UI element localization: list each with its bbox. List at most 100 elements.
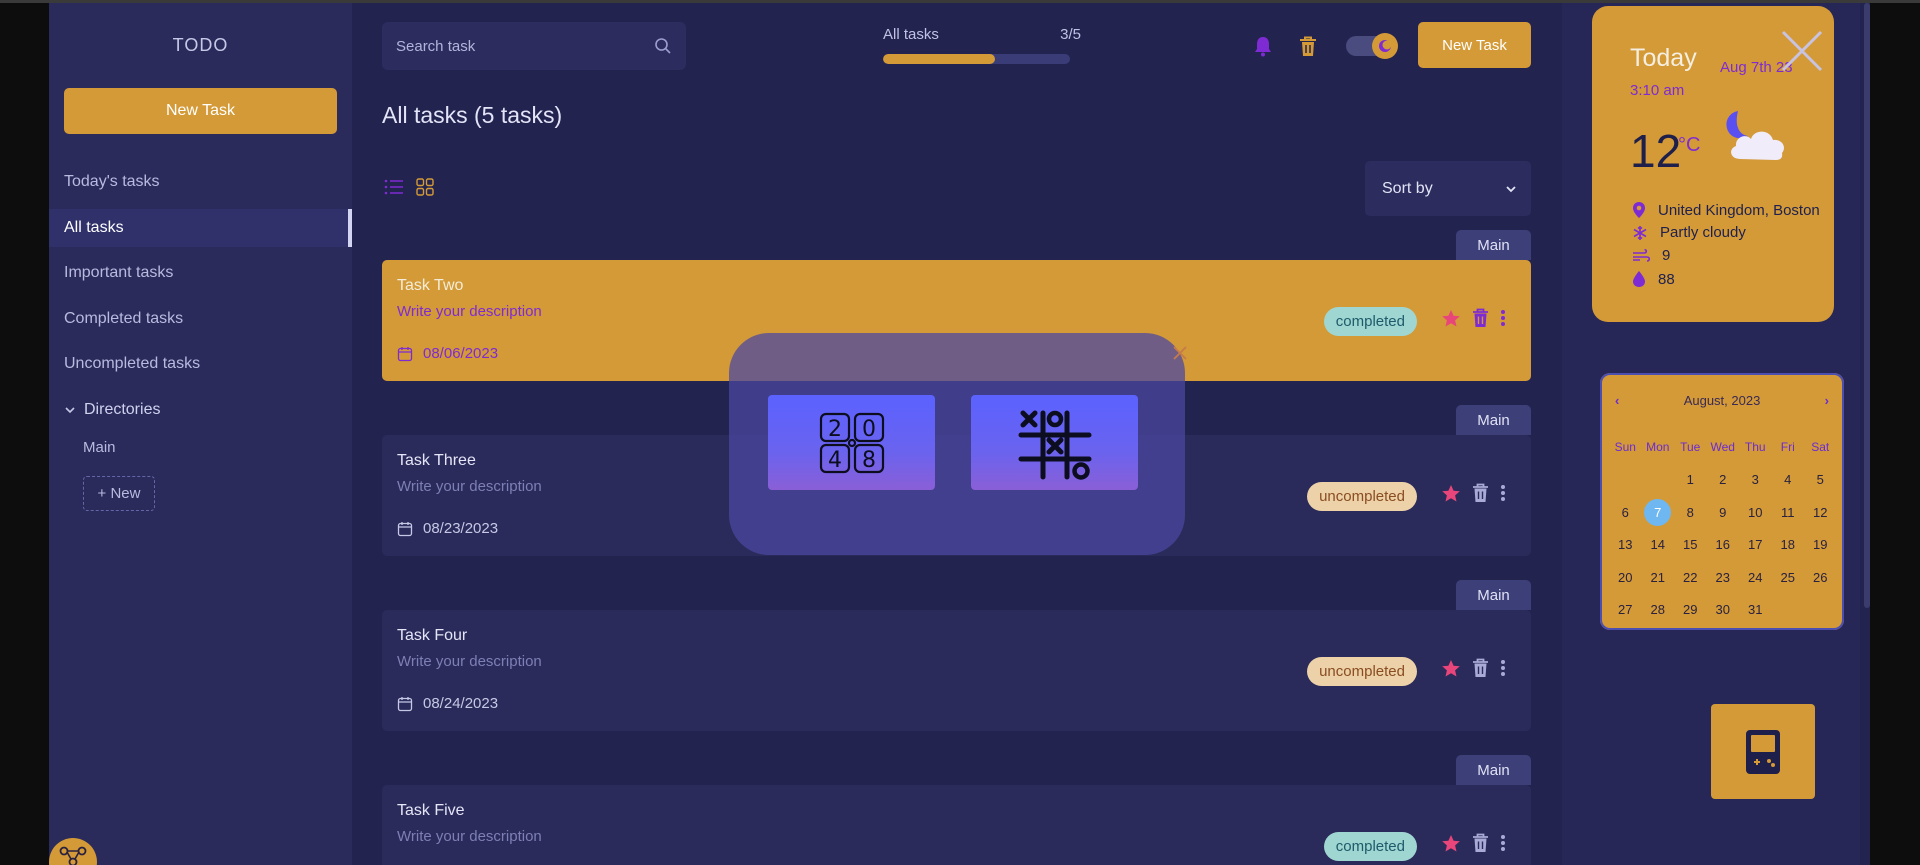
list-view-icon[interactable]	[384, 178, 404, 196]
delete-icon[interactable]	[1472, 308, 1489, 328]
sidebar-item-uncompleted[interactable]: Uncompleted tasks	[49, 345, 352, 383]
task-description: Write your description	[397, 653, 542, 670]
calendar-day[interactable]: 26	[1804, 561, 1837, 594]
popup-close-icon[interactable]	[1168, 341, 1192, 365]
delete-icon[interactable]	[1472, 483, 1489, 503]
directories-toggle[interactable]: Directories	[64, 401, 160, 419]
calendar-day[interactable]: 3	[1739, 464, 1772, 497]
calendar-day[interactable]: 21	[1642, 561, 1675, 594]
svg-text:0: 0	[862, 417, 876, 442]
calendar-prev-icon[interactable]: ‹	[1615, 393, 1619, 408]
more-options-icon[interactable]	[1500, 309, 1506, 327]
calendar-day[interactable]: 19	[1804, 529, 1837, 562]
new-directory-button[interactable]: + New	[83, 476, 155, 511]
calendar-day[interactable]: 18	[1772, 529, 1805, 562]
more-options-icon[interactable]	[1500, 834, 1506, 852]
weather-temperature: 12	[1630, 125, 1682, 177]
close-icon[interactable]	[1779, 28, 1825, 74]
grid-view-icon[interactable]	[416, 178, 434, 196]
sort-label: Sort by	[1382, 179, 1433, 197]
sidebar-item-completed[interactable]: Completed tasks	[49, 300, 352, 338]
task-date-text: 08/06/2023	[423, 345, 499, 362]
calendar-day[interactable]: 15	[1674, 529, 1707, 562]
star-icon[interactable]	[1441, 659, 1461, 678]
humidity-drop-icon	[1633, 271, 1645, 287]
star-icon[interactable]	[1441, 484, 1461, 503]
delete-icon[interactable]	[1472, 658, 1489, 678]
star-icon[interactable]	[1441, 834, 1461, 853]
calendar-icon	[397, 521, 413, 536]
calendar-next-icon[interactable]: ›	[1825, 393, 1829, 408]
calendar-day[interactable]: 6	[1609, 496, 1642, 529]
search-icon[interactable]	[654, 37, 672, 55]
games-button[interactable]	[1711, 704, 1815, 799]
status-badge[interactable]: completed	[1323, 307, 1417, 336]
progress-count: 3/5	[1060, 26, 1081, 43]
calendar-day[interactable]: 16	[1707, 529, 1740, 562]
task-card[interactable]: Task Five Write your description complet…	[382, 785, 1531, 865]
task-directory-tag[interactable]: Main	[1456, 580, 1531, 610]
status-badge[interactable]: uncompleted	[1307, 482, 1417, 511]
search-input[interactable]	[396, 37, 654, 55]
progress-label: All tasks	[883, 26, 939, 43]
more-options-icon[interactable]	[1500, 484, 1506, 502]
weather-humidity: 88	[1632, 270, 1675, 288]
sidebar-item-all[interactable]: All tasks	[49, 209, 352, 247]
sort-select[interactable]: Sort by	[1365, 161, 1531, 216]
game-tic-tac-toe-button[interactable]	[971, 395, 1138, 490]
directory-item-main[interactable]: Main	[83, 439, 116, 456]
task-card[interactable]: Task Four Write your description 08/24/2…	[382, 610, 1531, 731]
calendar-day[interactable]: 27	[1609, 594, 1642, 627]
theme-toggle[interactable]	[1346, 33, 1398, 59]
notification-bell-icon[interactable]	[1252, 34, 1274, 58]
calendar-month: August, 2023	[1683, 393, 1761, 408]
calendar-day[interactable]: 5	[1804, 464, 1837, 497]
more-options-icon[interactable]	[1500, 659, 1506, 677]
calendar-day[interactable]: 12	[1804, 496, 1837, 529]
chevron-down-icon	[1506, 185, 1516, 192]
calendar-day[interactable]: 8	[1674, 496, 1707, 529]
calendar-day[interactable]: 20	[1609, 561, 1642, 594]
delete-icon[interactable]	[1472, 833, 1489, 853]
scrollbar[interactable]	[1864, 3, 1870, 608]
tic-tac-toe-icon	[1018, 410, 1091, 480]
calendar-day[interactable]: 10	[1739, 496, 1772, 529]
sidebar-new-task-button[interactable]: New Task	[64, 88, 337, 134]
status-badge[interactable]: uncompleted	[1307, 657, 1417, 686]
calendar-day[interactable]: 22	[1674, 561, 1707, 594]
calendar-day[interactable]: 13	[1609, 529, 1642, 562]
calendar-day[interactable]: 28	[1642, 594, 1675, 627]
task-directory-tag[interactable]: Main	[1456, 230, 1531, 260]
calendar-day[interactable]: 29	[1674, 594, 1707, 627]
calendar-day[interactable]: 4	[1772, 464, 1805, 497]
game-2048-button[interactable]: 2048	[768, 395, 935, 490]
task-date: 08/23/2023	[397, 520, 498, 537]
status-badge[interactable]: completed	[1323, 832, 1417, 861]
task-title: Task Three	[397, 452, 476, 469]
calendar-day[interactable]: 17	[1739, 529, 1772, 562]
avatar[interactable]	[49, 838, 97, 865]
calendar-day[interactable]: 25	[1772, 561, 1805, 594]
star-icon[interactable]	[1441, 309, 1461, 328]
calendar-day[interactable]: 2	[1707, 464, 1740, 497]
trash-icon[interactable]	[1297, 34, 1319, 58]
calendar-day[interactable]: 1	[1674, 464, 1707, 497]
task-directory-tag[interactable]: Main	[1456, 755, 1531, 785]
partly-cloudy-night-icon	[1726, 111, 1784, 160]
calendar-day[interactable]: 11	[1772, 496, 1805, 529]
weather-location: United Kingdom, Boston	[1632, 201, 1820, 219]
calendar-day[interactable]: 30	[1707, 594, 1740, 627]
sidebar-item-today[interactable]: Today's tasks	[49, 163, 352, 201]
theme-toggle-knob	[1372, 33, 1398, 59]
calendar-day[interactable]: 23	[1707, 561, 1740, 594]
calendar-day[interactable]: 24	[1739, 561, 1772, 594]
calendar-day[interactable]: 14	[1642, 529, 1675, 562]
task-directory-tag[interactable]: Main	[1456, 405, 1531, 435]
sidebar-item-important[interactable]: Important tasks	[49, 254, 352, 292]
weather-wind-text: 9	[1662, 247, 1671, 264]
svg-text:4: 4	[828, 448, 842, 473]
calendar-day-today[interactable]: 7	[1642, 496, 1675, 529]
header-new-task-button[interactable]: New Task	[1418, 22, 1531, 68]
calendar-day[interactable]: 31	[1739, 594, 1772, 627]
calendar-day[interactable]: 9	[1707, 496, 1740, 529]
